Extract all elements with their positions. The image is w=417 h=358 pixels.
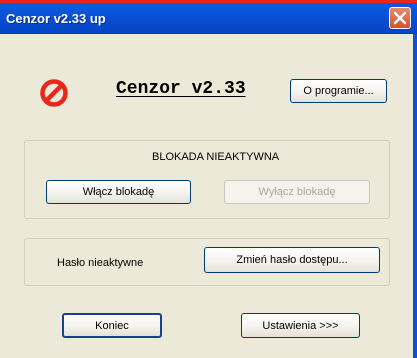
disable-block-button: Wyłącz blokadę xyxy=(224,180,370,204)
about-button[interactable]: O programie... xyxy=(290,79,387,103)
window-title: Cenzor v2.33 up xyxy=(6,11,106,26)
settings-button[interactable]: Ustawienia >>> xyxy=(241,313,360,338)
prohibited-icon xyxy=(40,79,68,107)
window-right-border xyxy=(413,34,417,358)
enable-block-button[interactable]: Włącz blokadę xyxy=(46,180,191,204)
exit-button[interactable]: Koniec xyxy=(62,313,162,338)
close-button[interactable] xyxy=(389,7,411,29)
change-password-button[interactable]: Zmień hasło dostępu... xyxy=(204,247,380,273)
title-bar[interactable]: Cenzor v2.33 up xyxy=(0,3,417,34)
close-icon xyxy=(393,11,407,25)
password-status-text: Hasło nieaktywne xyxy=(57,257,144,269)
block-status-text: BLOKADA NIEAKTYWNA xyxy=(152,151,280,163)
app-name: Cenzor v2.33 xyxy=(116,79,246,99)
